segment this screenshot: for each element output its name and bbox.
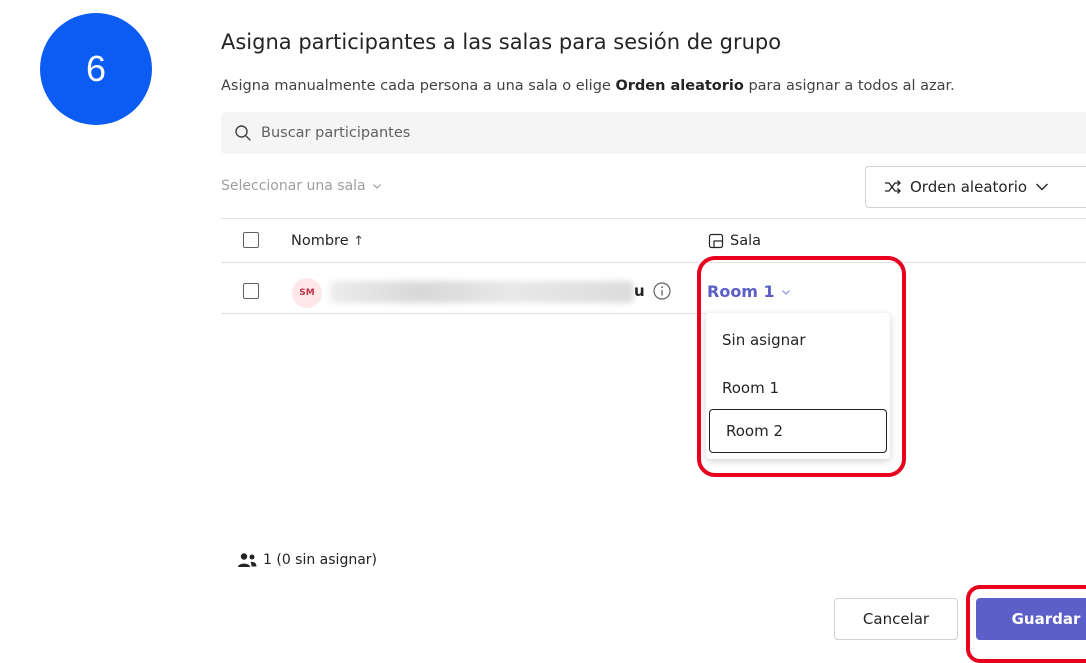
divider xyxy=(221,262,1086,263)
subtitle-bold: Orden aleatorio xyxy=(615,78,744,94)
cancel-button[interactable]: Cancelar xyxy=(834,598,958,640)
select-all-checkbox[interactable] xyxy=(243,232,259,248)
dialog-subtitle: Asigna manualmente cada persona a una sa… xyxy=(221,78,955,94)
column-header-nombre[interactable]: Nombre ↑ xyxy=(291,233,364,249)
search-input[interactable] xyxy=(259,124,863,142)
search-icon xyxy=(235,125,251,141)
info-icon[interactable] xyxy=(652,281,672,301)
random-order-label: Orden aleatorio xyxy=(910,178,1028,196)
room-filter-dropdown[interactable]: Seleccionar una sala xyxy=(221,178,382,194)
shuffle-icon xyxy=(885,180,901,194)
divider xyxy=(221,313,706,314)
avatar: SM xyxy=(292,278,322,308)
people-icon xyxy=(238,553,257,567)
search-bar[interactable] xyxy=(221,112,1086,154)
room-filter-label: Seleccionar una sala xyxy=(221,178,366,194)
random-order-button[interactable]: Orden aleatorio xyxy=(865,166,1086,208)
participant-name-visible: u xyxy=(634,282,645,300)
highlight-room-dropdown xyxy=(697,256,906,477)
sort-ascending-icon: ↑ xyxy=(353,234,365,249)
save-button[interactable]: Guardar xyxy=(976,598,1086,640)
participant-count: 1 (0 sin asignar) xyxy=(237,552,377,568)
subtitle-prefix: Asigna manualmente cada persona a una sa… xyxy=(221,78,616,94)
column-label-sala: Sala xyxy=(730,233,762,249)
participant-name-redacted xyxy=(330,281,634,303)
column-header-sala[interactable]: Sala xyxy=(708,233,761,249)
row-checkbox[interactable] xyxy=(243,283,259,299)
step-number-badge: 6 xyxy=(40,13,152,125)
column-label-nombre: Nombre xyxy=(291,233,349,249)
chevron-down-icon xyxy=(372,184,381,189)
room-icon xyxy=(708,233,724,249)
participant-count-text: 1 (0 sin asignar) xyxy=(263,552,378,568)
dialog-title: Asigna participantes a las salas para se… xyxy=(221,30,782,54)
divider xyxy=(221,218,1086,219)
subtitle-suffix: para asignar a todos al azar. xyxy=(743,78,955,94)
chevron-down-icon xyxy=(1036,183,1049,191)
